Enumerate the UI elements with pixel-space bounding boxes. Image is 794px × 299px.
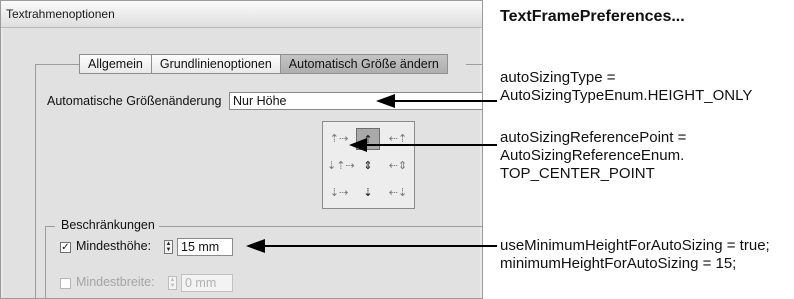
annotation-min-line1: useMinimumHeightForAutoSizing = true; — [500, 237, 770, 254]
annotation-type-line2: AutoSizingTypeEnum.HEIGHT_ONLY — [500, 87, 753, 104]
annotation-min-line2: minimumHeightForAutoSizing = 15; — [500, 255, 737, 272]
annotation-ref-line1: autoSizingReferencePoint = — [500, 129, 687, 146]
annotation-ref-line3: TOP_CENTER_POINT — [500, 165, 655, 182]
annotation-title: TextFramePreferences... — [500, 8, 685, 25]
annotation-type-line1: autoSizingType = — [500, 69, 616, 86]
annotation-ref-line2: AutoSizingReferenceEnum. — [500, 147, 685, 164]
